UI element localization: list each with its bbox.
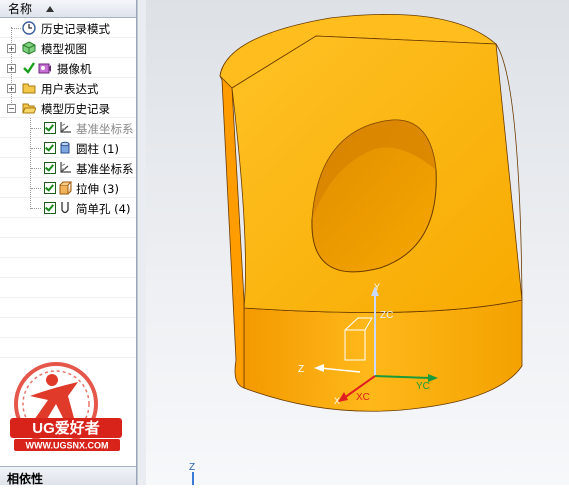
column-header-name[interactable]: 名称	[0, 0, 136, 18]
part-navigator: 名称 历史记录模式 + 模型视图 + 摄像机 + 用户表达式 − 模型历史记录 …	[0, 0, 137, 485]
tree-item-cylinder[interactable]: 圆柱 (1)	[0, 138, 136, 158]
x-axis-label: X	[334, 396, 340, 406]
dependencies-panel-title: 相依性	[7, 472, 44, 485]
datum-csys-icon	[60, 162, 71, 173]
tree-item-extrude[interactable]: 拉伸 (3)	[0, 178, 136, 198]
xc-axis-label: XC	[356, 392, 370, 403]
watermark-brand-text: UG爱好者	[32, 419, 100, 437]
ug-enthusiast-watermark-logo: UG爱好者 WWW.UGSNX.COM	[10, 362, 122, 451]
tree-item-label: 圆柱 (1)	[76, 142, 119, 156]
tree-item-datum-csys-2[interactable]: 基准坐标系	[0, 158, 136, 178]
tree-item-model-views[interactable]: + 模型视图	[0, 38, 136, 58]
z-axis-label: Z	[298, 364, 304, 375]
extrude-icon	[59, 181, 72, 195]
y-axis-label: Y	[374, 282, 380, 292]
visibility-checkbox[interactable]	[44, 202, 56, 214]
sort-ascending-icon[interactable]	[46, 5, 55, 12]
tree-item-label: 拉伸 (3)	[76, 182, 119, 196]
tree-item-user-expressions[interactable]: + 用户表达式	[0, 78, 136, 98]
visibility-checkbox[interactable]	[44, 122, 56, 134]
tree-item-history-mode[interactable]: 历史记录模式	[0, 18, 136, 38]
folder-icon	[22, 83, 36, 94]
visibility-checkbox[interactable]	[44, 162, 56, 174]
tree-item-label: 基准坐标系	[76, 122, 134, 136]
expand-plus-icon[interactable]: +	[7, 84, 16, 93]
tree-item-camera[interactable]: + 摄像机	[0, 58, 136, 78]
model-viewport[interactable]: ZC YC XC Z Y X Z	[146, 0, 569, 485]
camera-icon	[38, 63, 51, 74]
tree-item-label: 简单孔 (4)	[76, 202, 131, 216]
yc-axis-label: YC	[416, 381, 430, 392]
tree-item-datum-csys-1[interactable]: 基准坐标系	[0, 118, 136, 138]
dependencies-panel-header[interactable]: 相依性	[0, 466, 136, 485]
graphics-window[interactable]: ZC YC XC Z Y X Z	[146, 0, 569, 485]
tree-item-label: 基准坐标系	[76, 162, 134, 176]
zc-axis-label: ZC	[380, 310, 393, 321]
tree-item-label: 用户表达式	[41, 82, 99, 96]
model-views-cube-icon	[22, 41, 36, 55]
tree-item-label: 摄像机	[57, 62, 92, 76]
datum-csys-icon	[60, 122, 71, 133]
clock-icon	[22, 21, 36, 35]
tree-item-label: 模型视图	[41, 42, 87, 56]
absolute-triad: Z	[189, 462, 195, 485]
tree-item-model-history[interactable]: − 模型历史记录	[0, 98, 136, 118]
tree-item-label: 模型历史记录	[41, 102, 110, 116]
collapse-minus-icon[interactable]: −	[7, 104, 16, 113]
green-check-icon	[23, 62, 35, 74]
expand-plus-icon[interactable]: +	[7, 44, 16, 53]
cylinder-icon	[60, 141, 70, 154]
column-header-label: 名称	[8, 2, 33, 16]
visibility-checkbox[interactable]	[44, 142, 56, 154]
open-folder-icon	[22, 103, 36, 114]
absolute-z-axis-label: Z	[189, 462, 195, 473]
watermark-url-text: WWW.UGSNX.COM	[26, 441, 109, 451]
visibility-checkbox[interactable]	[44, 182, 56, 194]
tree-item-label: 历史记录模式	[41, 22, 110, 36]
expand-plus-icon[interactable]: +	[7, 64, 16, 73]
hole-icon	[61, 202, 69, 214]
tree-item-simple-hole[interactable]: 简单孔 (4)	[0, 198, 136, 218]
